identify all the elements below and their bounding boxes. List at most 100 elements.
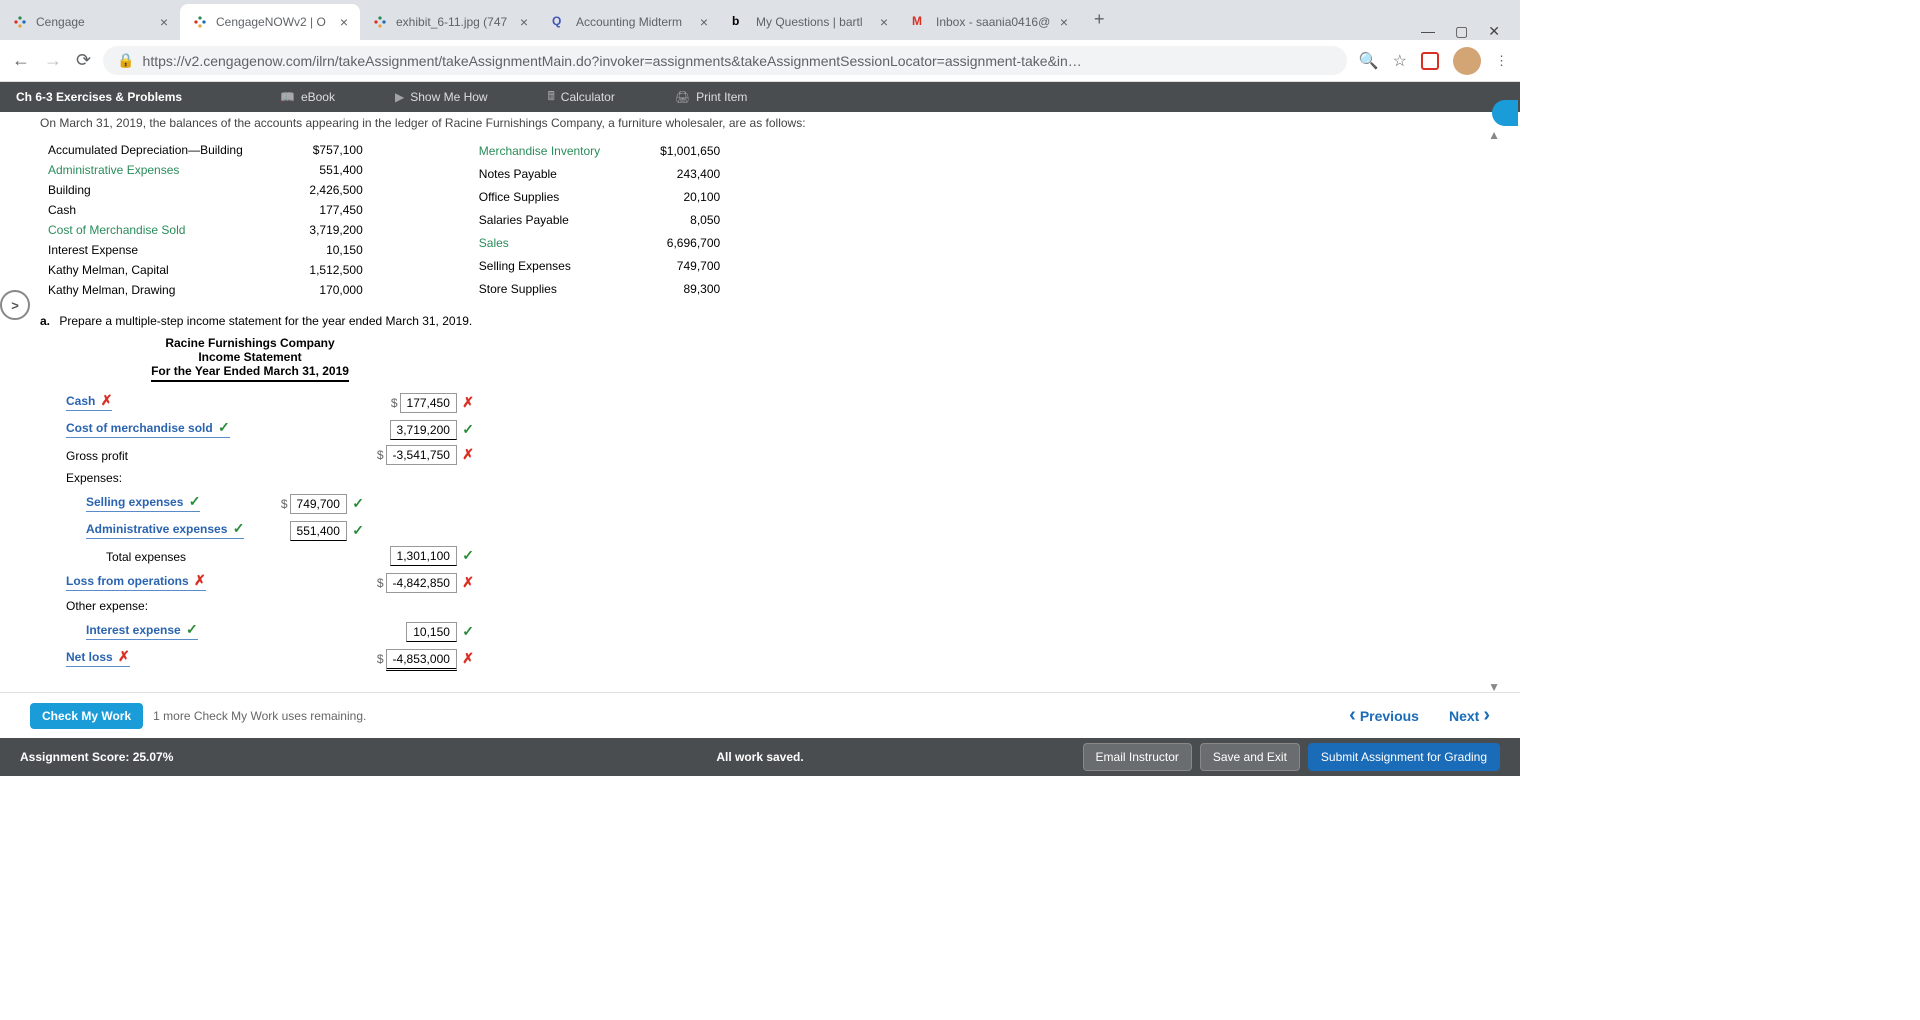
star-icon[interactable]: ☆ <box>1393 51 1407 71</box>
browser-tab[interactable]: Cengage × <box>0 4 180 40</box>
search-icon[interactable]: 🔍 <box>1359 51 1379 71</box>
browser-tab[interactable]: bMy Questions | bartl× <box>720 4 900 40</box>
scroll-down-arrow[interactable]: ▼ <box>1488 680 1500 694</box>
browser-tab[interactable]: M Inbox - saania0416@ × <box>900 4 1080 40</box>
profile-avatar[interactable] <box>1453 47 1481 75</box>
statement-value-input[interactable]: -4,842,850 <box>386 573 457 593</box>
cmw-remaining-text: 1 more Check My Work uses remaining. <box>153 709 366 723</box>
print-item-button[interactable]: 🖨Print Item <box>645 87 778 108</box>
statement-dropdown[interactable]: Selling expenses ✓ <box>86 493 200 512</box>
show-me-how-button[interactable]: ▶Show Me How <box>365 87 518 108</box>
close-tab-icon[interactable]: × <box>520 14 528 30</box>
tab-title: Cengage <box>36 15 152 29</box>
ledger-value: 20,100 <box>608 186 728 209</box>
browser-tab[interactable]: CengageNOWv2 | O× <box>180 4 360 40</box>
statement-dropdown[interactable]: Net loss ✗ <box>66 648 130 667</box>
ledger-label: Notes Payable <box>471 163 608 186</box>
statement-dropdown[interactable]: Loss from operations ✗ <box>66 572 206 591</box>
check-icon: ✓ <box>233 520 245 536</box>
x-icon: ✗ <box>118 648 130 664</box>
address-bar: ← → ⟳ 🔒 https://v2.cengagenow.com/ilrn/t… <box>0 40 1520 82</box>
previous-button[interactable]: ‹ Previous <box>1349 704 1419 727</box>
extension-icon[interactable] <box>1421 52 1439 70</box>
statement-dropdown[interactable]: Cash ✗ <box>66 392 112 411</box>
ledger-value: $757,100 <box>251 140 371 160</box>
close-window-button[interactable]: ✕ <box>1488 23 1500 40</box>
url-input[interactable]: 🔒 https://v2.cengagenow.com/ilrn/takeAss… <box>103 46 1347 75</box>
ledger-value: 749,700 <box>608 254 728 277</box>
statement-value-input[interactable]: 1,301,100 <box>390 546 457 566</box>
statement-value-input[interactable]: 177,450 <box>400 393 457 413</box>
tab-title: exhibit_6-11.jpg (747 <box>396 15 512 29</box>
chrome-menu-icon[interactable]: ⋮ <box>1495 53 1508 69</box>
forward-button[interactable]: → <box>44 50 62 71</box>
dollar-sign: $ <box>391 396 398 410</box>
statement-label: Total expenses <box>60 543 260 568</box>
dollar-sign: $ <box>377 448 384 462</box>
ledger-table: Accumulated Depreciation—Building$757,10… <box>40 140 1480 300</box>
statement-label: Expenses: <box>60 467 260 489</box>
maximize-button[interactable]: ▢ <box>1455 23 1468 40</box>
ledger-value: 8,050 <box>608 209 728 232</box>
ledger-label: Cost of Merchandise Sold <box>40 220 251 240</box>
submit-assignment-button[interactable]: Submit Assignment for Grading <box>1308 743 1500 771</box>
ledger-value: 6,696,700 <box>608 231 728 254</box>
tool-icon: 🖨 <box>675 90 690 104</box>
statement-dropdown[interactable]: Cost of merchandise sold ✓ <box>66 419 230 438</box>
close-tab-icon[interactable]: × <box>340 14 348 30</box>
minimize-button[interactable]: — <box>1421 23 1435 40</box>
sidebar-toggle[interactable]: > <box>0 290 30 320</box>
statement-value-input[interactable]: -4,853,000 <box>386 649 457 671</box>
ledger-label: Kathy Melman, Drawing <box>40 280 251 300</box>
check-icon: ✓ <box>462 623 474 639</box>
close-tab-icon[interactable]: × <box>880 14 888 30</box>
check-my-work-button[interactable]: Check My Work <box>30 703 143 729</box>
calculator-button[interactable]: 🖩Calculator <box>518 87 645 108</box>
ledger-label: Building <box>40 180 251 200</box>
next-button[interactable]: Next › <box>1449 704 1490 727</box>
back-button[interactable]: ← <box>12 50 30 71</box>
statement-value-input[interactable]: 3,719,200 <box>390 420 457 440</box>
tool-icon: 🖩 <box>548 87 555 108</box>
new-tab-button[interactable]: + <box>1080 0 1119 40</box>
x-icon: ✗ <box>462 574 474 590</box>
gmail-icon: M <box>912 14 928 30</box>
assignment-score: Assignment Score: 25.07% <box>20 750 173 764</box>
statement-value-input[interactable]: -3,541,750 <box>386 445 457 465</box>
save-and-exit-button[interactable]: Save and Exit <box>1200 743 1300 771</box>
check-my-work-bar: Check My Work 1 more Check My Work uses … <box>0 692 1520 738</box>
ledger-value: 170,000 <box>251 280 371 300</box>
statement-period: For the Year Ended March 31, 2019 <box>151 364 349 382</box>
cengage-icon <box>372 14 388 30</box>
tab-title: Inbox - saania0416@ <box>936 15 1052 29</box>
ledger-value: 177,450 <box>251 200 371 220</box>
browser-tab[interactable]: QAccounting Midterm× <box>540 4 720 40</box>
ledger-label: Sales <box>471 231 608 254</box>
statement-dropdown[interactable]: Administrative expenses ✓ <box>86 520 244 539</box>
statement-value-input[interactable]: 10,150 <box>406 622 457 642</box>
close-tab-icon[interactable]: × <box>1060 14 1068 30</box>
tab-title: My Questions | bartl <box>756 15 872 29</box>
close-tab-icon[interactable]: × <box>160 14 168 30</box>
cengage-icon <box>12 14 28 30</box>
assignment-title: Ch 6-3 Exercises & Problems <box>0 90 250 104</box>
reload-button[interactable]: ⟳ <box>76 50 91 71</box>
statement-dropdown[interactable]: Interest expense ✓ <box>86 621 198 640</box>
statement-value-input[interactable]: 749,700 <box>290 494 347 514</box>
statement-label: Gross profit <box>60 442 260 467</box>
instruction-text: Prepare a multiple-step income statement… <box>59 314 472 328</box>
browser-tab[interactable]: exhibit_6-11.jpg (747 × <box>360 4 540 40</box>
email-instructor-button[interactable]: Email Instructor <box>1083 743 1192 771</box>
cengage-icon <box>192 14 208 30</box>
chevron-right-icon: › <box>1483 704 1490 727</box>
check-icon: ✓ <box>352 522 364 538</box>
check-icon: ✓ <box>352 495 364 511</box>
statement-value-input[interactable]: 551,400 <box>290 521 347 541</box>
ebook-button[interactable]: 📖eBook <box>250 87 365 108</box>
statement-title: Income Statement <box>60 350 440 364</box>
ledger-value: 89,300 <box>608 277 728 300</box>
check-icon: ✓ <box>462 421 474 437</box>
check-icon: ✓ <box>189 493 201 509</box>
ledger-label: Selling Expenses <box>471 254 608 277</box>
close-tab-icon[interactable]: × <box>700 14 708 30</box>
